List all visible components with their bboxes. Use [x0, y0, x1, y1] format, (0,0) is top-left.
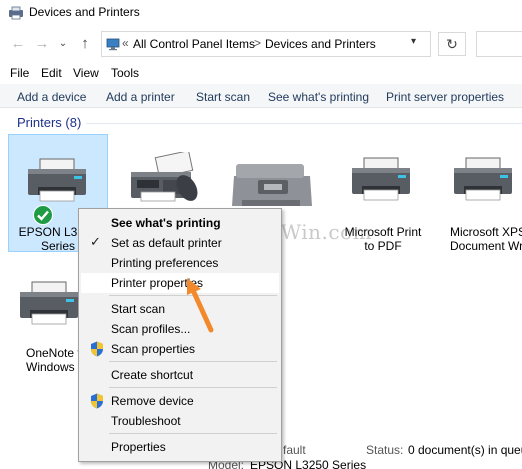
menu-item-troubleshoot[interactable]: Troubleshoot	[81, 411, 279, 431]
default-printer-check-icon	[33, 205, 53, 225]
group-divider	[86, 123, 522, 124]
menu-item-scan-properties[interactable]: Scan properties	[81, 339, 279, 359]
checkmark-icon: ✓	[90, 234, 101, 249]
menu-item-start-scan[interactable]: Start scan	[81, 299, 279, 319]
menu-separator	[109, 361, 277, 362]
printer-label-line2: Document Writ	[450, 239, 522, 252]
devices-printers-icon	[9, 6, 23, 20]
menu-item-remove-device[interactable]: Remove device	[81, 391, 279, 411]
address-chevrons[interactable]: «	[122, 36, 129, 50]
menu-item-printer-properties[interactable]: Printer properties	[81, 273, 279, 293]
printer-label-line1: Microsoft XPS	[450, 225, 522, 239]
up-arrow-icon[interactable]: ↑	[75, 34, 95, 54]
menu-separator	[109, 387, 277, 388]
printers-group-header[interactable]: Printers (8)	[17, 115, 81, 130]
control-panel-icon	[106, 38, 120, 51]
menu-item-set-default[interactable]: ✓ Set as default printer	[81, 233, 279, 253]
recent-locations-chevron-icon[interactable]: ⌄	[53, 34, 73, 54]
menu-file[interactable]: File	[10, 66, 29, 80]
title-bar: Devices and Printers	[0, 0, 522, 28]
printer-icon	[20, 281, 78, 325]
command-bar: Add a device Add a printer Start scan Se…	[0, 84, 522, 108]
address-segment-control-panel[interactable]: All Control Panel Items	[133, 37, 255, 51]
menu-view[interactable]: View	[73, 66, 99, 80]
forward-arrow-icon[interactable]: →	[32, 34, 52, 54]
menu-bar: File Edit View Tools	[0, 62, 522, 82]
print-server-properties-button[interactable]: Print server properties	[386, 90, 504, 104]
address-bar[interactable]: « All Control Panel Items > Devices and …	[101, 31, 431, 57]
window-title: Devices and Printers	[29, 5, 140, 19]
navigation-bar: ← → ⌄ ↑ « All Control Panel Items > Devi…	[0, 28, 522, 60]
start-scan-button[interactable]: Start scan	[196, 90, 250, 104]
menu-item-printing-preferences[interactable]: Printing preferences	[81, 253, 279, 273]
menu-separator	[109, 433, 277, 434]
address-segment-devices-printers[interactable]: Devices and Printers	[265, 37, 376, 51]
multifunction-printer-icon	[232, 164, 312, 206]
menu-item-properties[interactable]: Properties	[81, 437, 279, 457]
address-dropdown-icon[interactable]: ▾	[411, 36, 416, 47]
menu-item-scan-profiles[interactable]: Scan profiles...	[81, 319, 279, 339]
printer-icon	[352, 157, 410, 201]
search-input[interactable]	[476, 31, 522, 57]
add-device-button[interactable]: Add a device	[17, 90, 86, 104]
menu-item-see-whats-printing[interactable]: See what's printing	[81, 213, 279, 233]
status-label: Status:	[366, 443, 404, 457]
uac-shield-icon	[91, 393, 103, 409]
context-menu: See what's printing ✓ Set as default pri…	[78, 208, 282, 462]
printer-tile-microsoft-xps[interactable]: Microsoft XPS Document Writ	[440, 134, 522, 252]
state-fragment: fault	[283, 443, 306, 457]
printer-icon	[454, 157, 512, 201]
add-printer-button[interactable]: Add a printer	[106, 90, 175, 104]
uac-shield-icon	[91, 341, 103, 357]
status-value: 0 document(s) in queue	[408, 443, 522, 457]
fax-icon	[131, 152, 198, 202]
back-arrow-icon[interactable]: ←	[8, 34, 28, 54]
menu-edit[interactable]: Edit	[41, 66, 62, 80]
see-whats-printing-button[interactable]: See what's printing	[268, 90, 369, 104]
orange-pointer-arrow-icon	[187, 278, 214, 333]
menu-tools[interactable]: Tools	[111, 66, 139, 80]
menu-item-create-shortcut[interactable]: Create shortcut	[81, 365, 279, 385]
address-separator: >	[254, 36, 262, 50]
refresh-icon[interactable]: ↻	[438, 32, 466, 56]
